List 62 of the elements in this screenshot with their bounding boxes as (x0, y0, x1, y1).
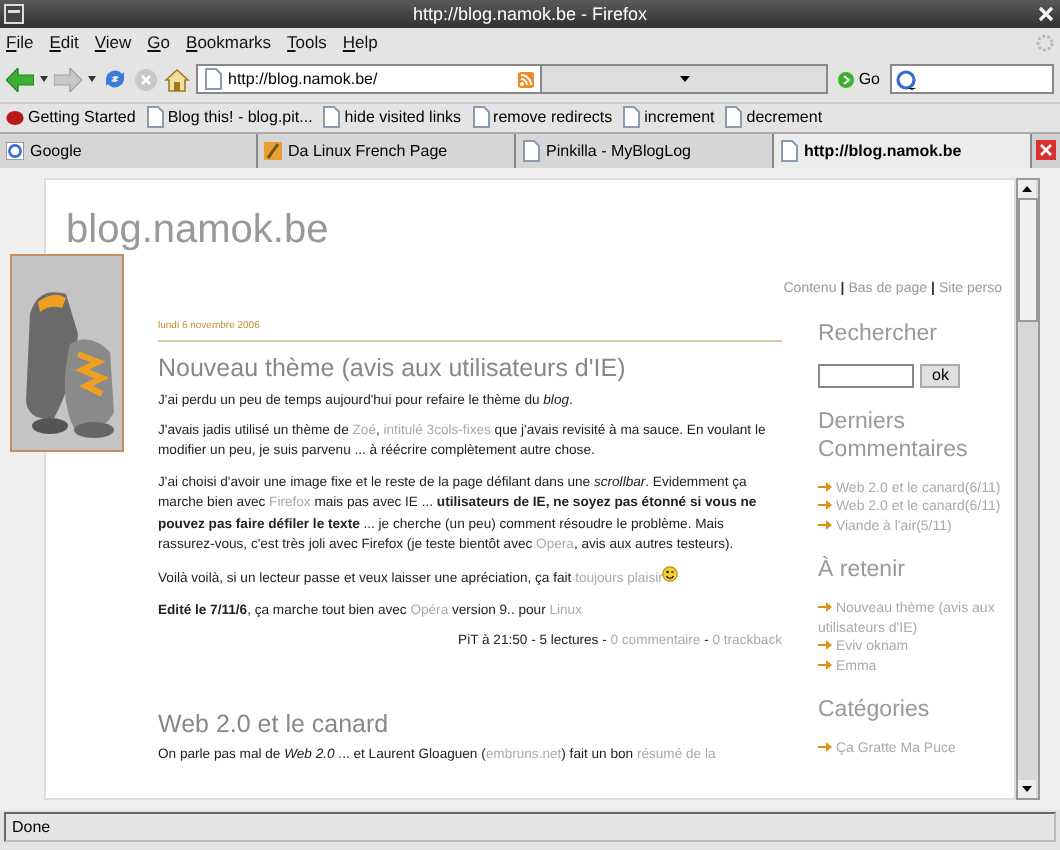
go-button[interactable]: Go (834, 70, 884, 89)
post-title[interactable]: Nouveau thème (avis aux utilisateurs d'IE) (158, 358, 782, 380)
home-icon[interactable] (164, 67, 190, 92)
menu-item[interactable]: Go (147, 32, 171, 53)
status-text: Done (12, 818, 51, 837)
menu-item[interactable]: Help (342, 32, 378, 53)
scroll-thumb[interactable] (1018, 197, 1038, 322)
throbber-icon (1036, 33, 1054, 52)
search-engine-icon (896, 69, 916, 90)
bookmark-item[interactable]: Getting Started (6, 108, 136, 127)
caret-icon[interactable] (40, 76, 48, 83)
dropdown-button[interactable] (540, 66, 827, 93)
go-icon (838, 71, 855, 88)
blog-title: blog.namok.be (66, 207, 329, 254)
menu-item[interactable]: View (94, 32, 132, 53)
sidebar-heading: Catégories (818, 696, 932, 725)
window-menu-icon[interactable] (4, 3, 24, 24)
arrow-icon (818, 742, 832, 753)
caret-icon[interactable] (88, 76, 96, 83)
scroll-down-icon (1018, 780, 1036, 799)
address-field[interactable]: http://blog.namok.be/ (196, 64, 829, 95)
scroll-up-icon (1018, 179, 1036, 198)
menu-item[interactable]: Tools (287, 32, 327, 53)
scrollbar[interactable] (1016, 177, 1040, 801)
site-icon (6, 141, 24, 160)
page-icon (780, 139, 798, 162)
close-tab-icon[interactable] (1036, 140, 1056, 161)
tab[interactable]: http://blog.namok.be (774, 133, 1032, 168)
page-icon (522, 139, 540, 162)
window-title: http://blog.namok.be - Firefox (410, 3, 650, 24)
menu-item[interactable]: File (6, 32, 34, 53)
site-icon (264, 141, 282, 160)
smiley-icon (662, 566, 679, 583)
bookmark-item[interactable]: remove redirects (471, 106, 613, 129)
sidebar-heading: Derniers Commentaires (818, 407, 970, 464)
post-title[interactable]: Web 2.0 et le canard (158, 713, 782, 735)
page-icon (322, 106, 341, 129)
search-field[interactable] (818, 363, 914, 388)
rss-icon (518, 71, 535, 88)
sidebar-heading: À retenir (818, 556, 907, 585)
page-icon (724, 106, 743, 129)
tab[interactable]: Google (0, 133, 258, 168)
back-icon[interactable] (6, 67, 34, 92)
arrow-icon (818, 602, 832, 613)
bookmark-icon (6, 109, 24, 126)
tab[interactable]: Da Linux French Page (258, 133, 516, 168)
page-icon (145, 106, 164, 129)
sidebar-heading: Rechercher (818, 319, 939, 348)
bookmark-item[interactable]: decrement (724, 106, 823, 129)
bookmark-item[interactable]: increment (622, 106, 715, 129)
menu-item[interactable]: Bookmarks (186, 32, 272, 53)
bookmark-item[interactable]: hide visited links (322, 106, 462, 129)
close-icon[interactable] (1036, 3, 1056, 24)
menu-item[interactable]: Edit (49, 32, 79, 53)
search-field[interactable] (890, 64, 1054, 95)
tab[interactable]: Pinkilla - MyBlogLog (516, 133, 774, 168)
search-button[interactable]: ok (920, 363, 961, 388)
caret-icon (679, 76, 690, 83)
page-icon (471, 106, 490, 129)
page-icon (622, 106, 641, 129)
page-icon (204, 68, 222, 91)
bookmark-item[interactable]: Blog this! - blog.pit... (145, 106, 313, 129)
